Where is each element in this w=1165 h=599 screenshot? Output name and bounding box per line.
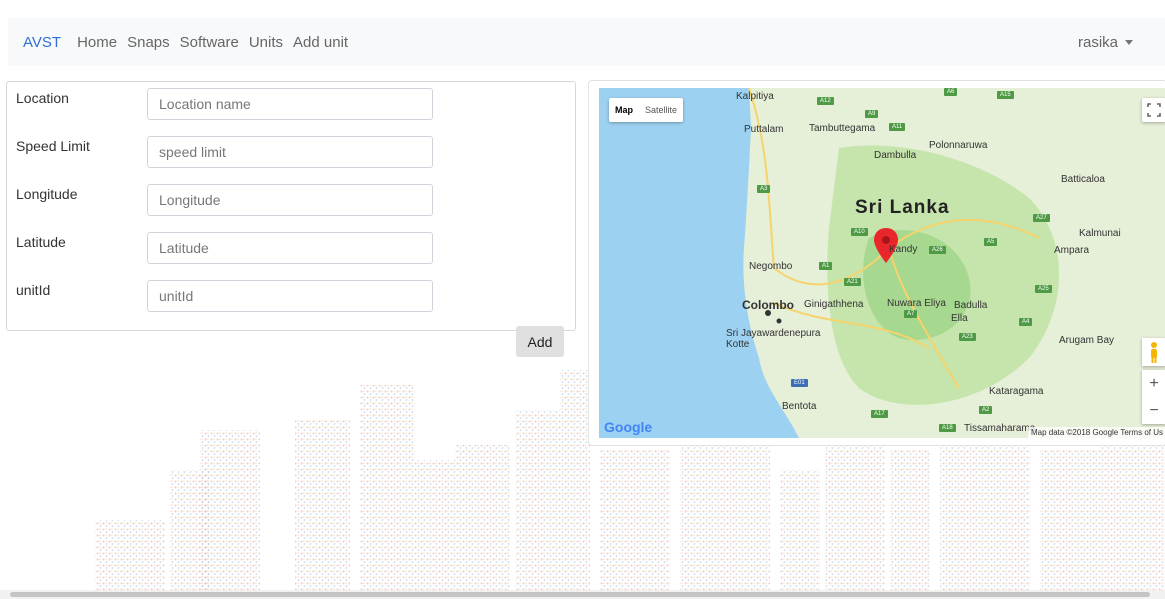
country-label: Sri Lanka: [855, 197, 950, 218]
road-badge: A11: [889, 123, 906, 131]
location-row: Location: [7, 88, 575, 122]
road-badge: A17: [871, 410, 888, 418]
speed-limit-row: Speed Limit: [7, 136, 575, 170]
place-label: Kandy: [889, 244, 918, 255]
place-label: Kalmunai: [1079, 228, 1121, 239]
road-badge: A7: [904, 310, 918, 318]
place-label: Polonnaruwa: [929, 140, 988, 151]
google-logo: Google: [604, 419, 653, 435]
road-badge: A25: [1035, 285, 1052, 293]
unit-id-input[interactable]: [147, 280, 433, 312]
nav-links: Home Snaps Software Units Add unit: [77, 34, 358, 51]
caret-down-icon: [1125, 40, 1133, 46]
zoom-control: + −: [1142, 370, 1165, 424]
road-badge: A2: [979, 406, 993, 414]
pegman-icon: [1151, 342, 1157, 363]
place-label: Ginigathhena: [804, 299, 864, 310]
place-label: Tissamaharama: [964, 423, 1036, 434]
place-label: Batticaloa: [1061, 174, 1105, 185]
speed-limit-label: Speed Limit: [16, 138, 90, 154]
zoom-in-button[interactable]: +: [1142, 370, 1165, 397]
road-badge: A23: [959, 333, 976, 341]
user-menu[interactable]: rasika: [1078, 34, 1133, 51]
road-badge: A21: [844, 278, 861, 286]
place-label: Bentota: [782, 401, 817, 412]
place-label: Ella: [951, 313, 968, 324]
road-badge: A27: [1033, 214, 1050, 222]
fullscreen-icon: [1147, 103, 1161, 117]
location-input[interactable]: [147, 88, 433, 120]
map-type-control: Map Satellite: [609, 98, 684, 122]
fullscreen-button[interactable]: [1142, 98, 1165, 122]
street-view-button[interactable]: [1142, 338, 1165, 366]
road-badge: E01: [791, 379, 808, 387]
place-label: Kalpitiya: [736, 91, 774, 102]
add-button[interactable]: Add: [516, 326, 564, 357]
latitude-row: Latitude: [7, 232, 575, 266]
unit-id-row: unitId: [7, 280, 575, 314]
user-name: rasika: [1077, 33, 1118, 51]
brand-link[interactable]: AVST: [23, 34, 61, 51]
place-label: Tambuttegama: [809, 123, 876, 134]
unit-id-label: unitId: [16, 282, 51, 298]
road-badge: A26: [929, 246, 946, 254]
add-location-form: Location Speed Limit Longitude Latitude …: [6, 81, 576, 331]
map-canvas: [599, 88, 1165, 438]
top-navbar: AVST Home Snaps Software Units Add unit …: [8, 18, 1165, 66]
place-label: Badulla: [954, 300, 988, 311]
map-type-satellite-button[interactable]: Satellite: [639, 98, 683, 122]
place-label: Kataragama: [989, 386, 1044, 397]
nav-snaps[interactable]: Snaps: [127, 34, 170, 51]
place-label: Nuwara Eliya: [887, 298, 946, 309]
map-card: Kalpitiya Puttalam Tambuttegama Polonnar…: [588, 80, 1165, 446]
place-label: Puttalam: [744, 124, 784, 135]
nav-software[interactable]: Software: [180, 34, 239, 51]
latitude-input[interactable]: [147, 232, 433, 264]
nav-add-unit[interactable]: Add unit: [293, 34, 348, 51]
map-view[interactable]: Kalpitiya Puttalam Tambuttegama Polonnar…: [599, 88, 1165, 438]
road-badge: A6: [944, 88, 958, 96]
place-label: Colombo: [742, 298, 794, 312]
nav-units[interactable]: Units: [249, 34, 283, 51]
scrollbar-thumb[interactable]: [10, 592, 1150, 597]
road-badge: A1: [819, 262, 833, 270]
road-badge: A4: [1019, 318, 1033, 326]
map-attribution[interactable]: Map data ©2018 Google Terms of Us: [1027, 427, 1165, 438]
place-label: Dambulla: [874, 150, 917, 161]
place-label: Ampara: [1054, 245, 1090, 256]
longitude-input[interactable]: [147, 184, 433, 216]
road-badge: A15: [997, 91, 1014, 99]
road-badge: A18: [939, 424, 956, 432]
horizontal-scrollbar[interactable]: [0, 590, 1165, 599]
road-badge: A5: [984, 238, 998, 246]
road-badge: A3: [757, 185, 771, 193]
latitude-label: Latitude: [16, 234, 66, 250]
road-badge: A10: [851, 228, 868, 236]
place-label: Sri Jayawardenepura Kotte: [726, 328, 821, 350]
longitude-label: Longitude: [16, 186, 78, 202]
map-type-map-button[interactable]: Map: [609, 98, 639, 122]
nav-home[interactable]: Home: [77, 34, 117, 51]
longitude-row: Longitude: [7, 184, 575, 218]
place-label: Arugam Bay: [1059, 335, 1115, 346]
road-badge: A12: [817, 97, 834, 105]
place-label: Negombo: [749, 261, 793, 272]
location-label: Location: [16, 90, 69, 106]
road-badge: A9: [865, 110, 879, 118]
speed-limit-input[interactable]: [147, 136, 433, 168]
zoom-out-button[interactable]: −: [1142, 397, 1165, 424]
